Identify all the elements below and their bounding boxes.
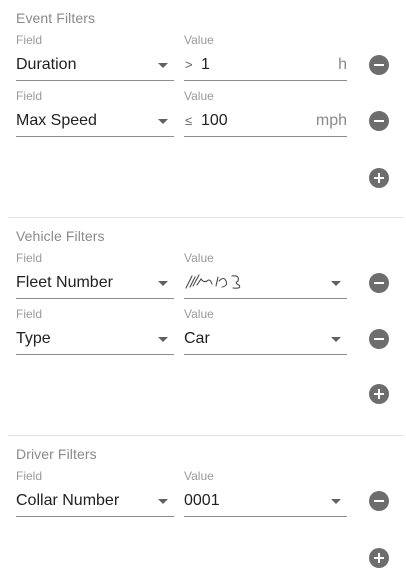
value-select[interactable]: 0001 — [184, 488, 347, 517]
value-select-text: 0001 — [184, 492, 220, 509]
unit-suffix: h — [338, 56, 347, 73]
section-divider — [8, 435, 404, 436]
caret-down-icon — [158, 63, 168, 68]
field-select[interactable]: Fleet Number — [16, 270, 174, 299]
field-select-value: Duration — [16, 56, 77, 73]
value-label: Value — [184, 307, 214, 321]
section-title: Driver Filters — [16, 446, 97, 462]
section-divider — [8, 217, 404, 218]
field-label: Field — [16, 469, 43, 483]
value-select[interactable] — [184, 270, 347, 299]
filter-row: Field Value Max Speed ≤ 100 mph — [0, 89, 406, 145]
add-circle-icon[interactable] — [369, 384, 389, 404]
field-select[interactable]: Max Speed — [16, 108, 174, 137]
remove-circle-icon[interactable] — [369, 491, 389, 511]
field-select-value: Type — [16, 330, 51, 347]
filter-row: Field Value Collar Number 0001 — [0, 469, 406, 525]
add-circle-icon[interactable] — [369, 548, 389, 568]
value-input[interactable]: ≤ 100 mph — [184, 108, 347, 137]
redacted-value-scribble — [185, 274, 241, 289]
value-input[interactable]: > 1 h — [184, 52, 347, 81]
field-select-value: Max Speed — [16, 112, 97, 129]
operator-prefix: > — [185, 57, 193, 72]
remove-circle-icon[interactable] — [369, 273, 389, 293]
field-label: Field — [16, 251, 43, 265]
unit-suffix: mph — [315, 112, 347, 129]
add-circle-icon[interactable] — [369, 168, 389, 188]
value-select-text: Car — [184, 330, 210, 347]
field-select-value: Fleet Number — [16, 274, 113, 291]
filter-row: Field Value Fleet Number — [0, 251, 406, 307]
field-select[interactable]: Collar Number — [16, 488, 174, 517]
value-label: Value — [184, 251, 214, 265]
caret-down-icon — [158, 281, 168, 286]
remove-circle-icon[interactable] — [369, 55, 389, 75]
field-select[interactable]: Type — [16, 326, 174, 355]
filter-row: Field Value Duration > 1 h — [0, 33, 406, 89]
value-input-text: 1 — [201, 56, 210, 73]
field-select[interactable]: Duration — [16, 52, 174, 81]
filter-row: Field Value Type Car — [0, 307, 406, 363]
caret-down-icon — [331, 499, 341, 504]
value-label: Value — [184, 469, 214, 483]
field-select-value: Collar Number — [16, 492, 120, 509]
value-input-text: 100 — [201, 112, 228, 129]
caret-down-icon — [158, 499, 168, 504]
operator-prefix: ≤ — [185, 113, 193, 128]
remove-circle-icon[interactable] — [369, 329, 389, 349]
field-label: Field — [16, 33, 43, 47]
section-title: Vehicle Filters — [16, 228, 105, 244]
caret-down-icon — [331, 337, 341, 342]
caret-down-icon — [158, 337, 168, 342]
value-label: Value — [184, 33, 214, 47]
field-label: Field — [16, 307, 43, 321]
caret-down-icon — [331, 281, 341, 286]
remove-circle-icon[interactable] — [369, 111, 389, 131]
field-label: Field — [16, 89, 43, 103]
section-title: Event Filters — [16, 10, 96, 26]
value-label: Value — [184, 89, 214, 103]
caret-down-icon — [158, 119, 168, 124]
value-select[interactable]: Car — [184, 326, 347, 355]
